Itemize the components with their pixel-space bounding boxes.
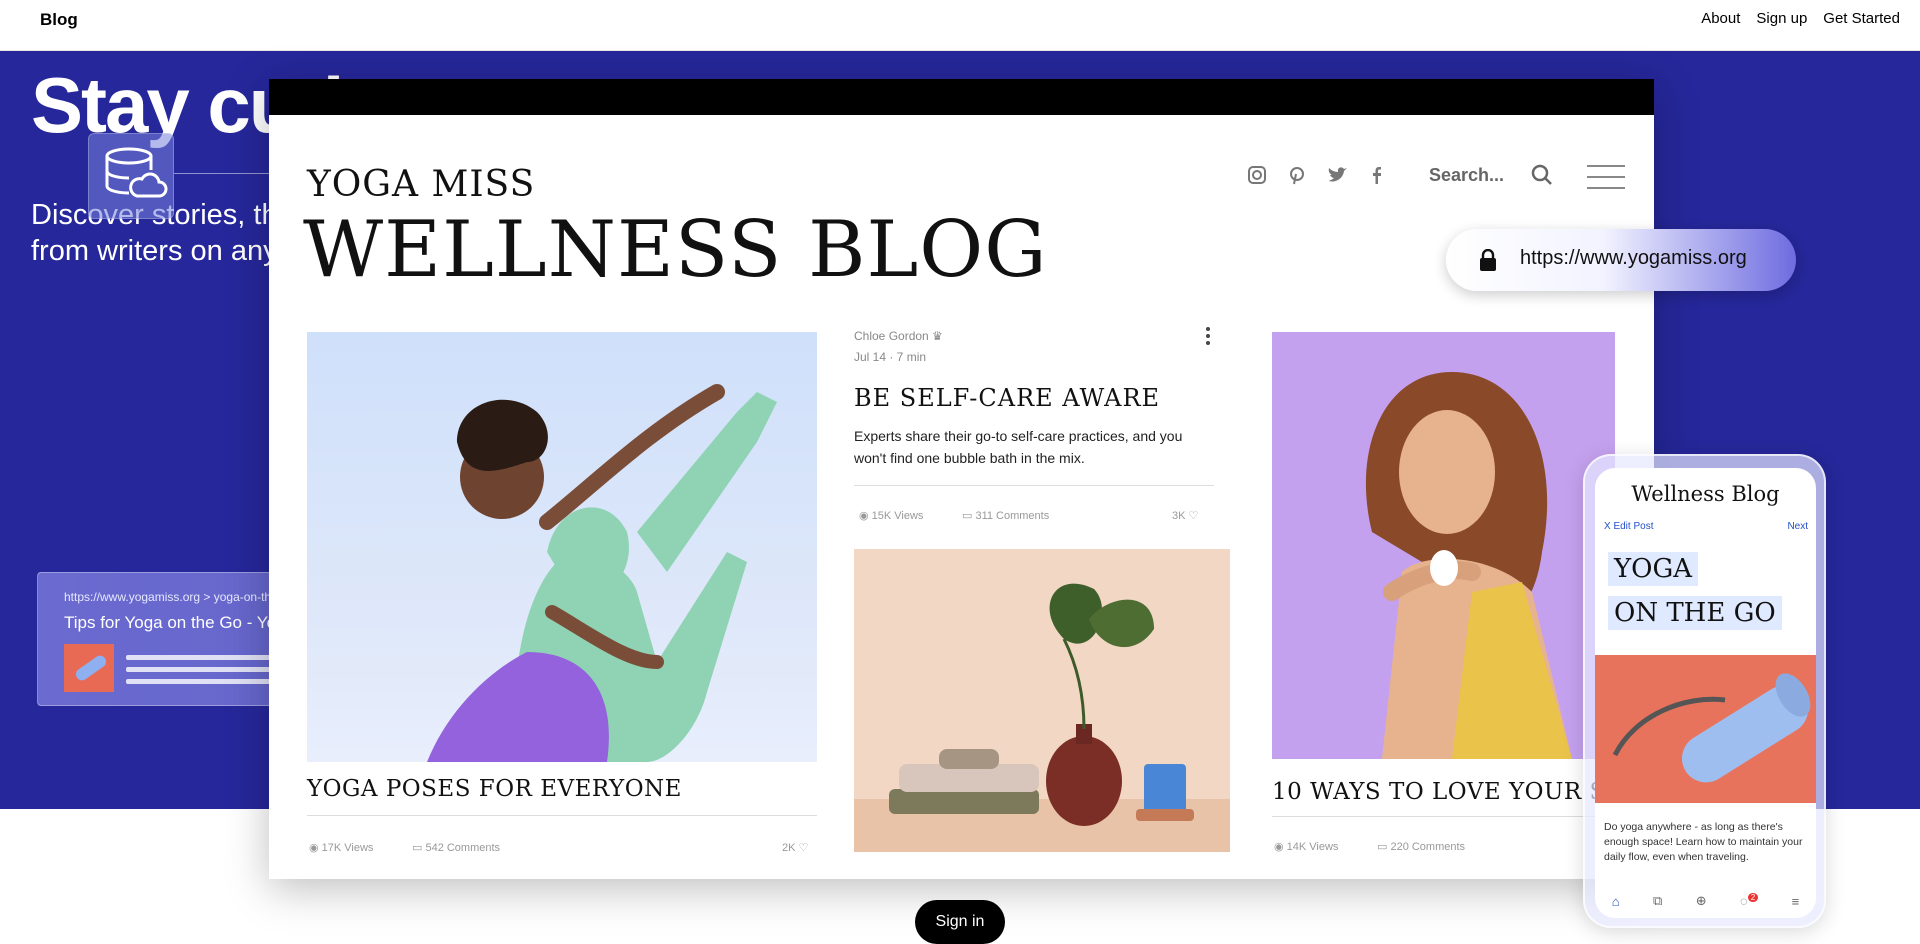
nav-signup-link[interactable]: Sign up — [1756, 10, 1807, 27]
nav-get-started-link[interactable]: Get Started — [1823, 10, 1900, 27]
phone-title: Wellness Blog — [1631, 482, 1780, 506]
browser-bar — [269, 79, 1654, 115]
skincare-image[interactable] — [1272, 332, 1615, 759]
site-heading: WELLNESS BLOG — [303, 205, 1048, 295]
add-icon[interactable]: ⊕ — [1696, 893, 1707, 909]
card-views: ◉ 17K Views — [309, 842, 374, 854]
post-author[interactable]: Chloe Gordon ♛ — [854, 329, 943, 343]
phone-edit-bar: X Edit Post Next — [1595, 519, 1816, 537]
top-navbar: Blog About Sign up Get Started — [0, 0, 1920, 51]
search-result-thumbnail — [64, 644, 114, 692]
hamburger-menu-icon[interactable] — [1587, 165, 1625, 198]
sign-in-button[interactable]: Sign in — [915, 900, 1005, 944]
phone-mockup: Wellness Blog X Edit Post Next YOGA ON T… — [1583, 454, 1826, 928]
divider — [1272, 816, 1615, 817]
url-text: https://www.yogamiss.org — [1520, 247, 1747, 269]
phone-tabbar: ⌂ ⧉ ⊕ ◌ 2 ≡ — [1595, 886, 1816, 916]
self-care-image[interactable] — [854, 549, 1230, 852]
card-likes[interactable]: 2K ♡ — [782, 841, 808, 854]
more-options-icon[interactable] — [1206, 327, 1210, 345]
url-pill: https://www.yogamiss.org — [1446, 229, 1796, 291]
card-views: ◉ 14K Views — [1274, 841, 1339, 853]
phone-headline-line[interactable]: ON THE GO — [1608, 596, 1782, 630]
phone-headline-line[interactable]: YOGA — [1608, 552, 1699, 586]
yoga-mat-image — [1595, 655, 1816, 803]
yoga-pose-image[interactable] — [307, 332, 817, 762]
pinterest-icon[interactable] — [1287, 165, 1307, 185]
instagram-icon[interactable] — [1247, 165, 1267, 185]
twitter-icon[interactable] — [1327, 165, 1347, 185]
top-nav: About Sign up Get Started — [1701, 10, 1900, 27]
home-icon[interactable]: ⌂ — [1612, 894, 1620, 909]
featured-post-desc: Experts share their go-to self-care prac… — [854, 428, 1183, 466]
site-logo[interactable]: YOGA MISS — [307, 164, 535, 205]
featured-comments: ▭ 311 Comments — [962, 510, 1050, 522]
divider — [854, 485, 1214, 486]
featured-likes[interactable]: 3K ♡ — [1172, 509, 1198, 522]
menu-icon[interactable]: ≡ — [1792, 894, 1800, 909]
card-comments: ▭ 542 Comments — [412, 842, 501, 854]
featured-post-title[interactable]: BE SELF-CARE AWARE — [854, 384, 1160, 412]
notifications-icon[interactable]: ◌ 2 — [1740, 893, 1759, 909]
featured-views: ◉ 15K Views — [859, 510, 924, 522]
compare-icon[interactable]: ⧉ — [1653, 893, 1662, 909]
connector-line — [174, 173, 274, 174]
edit-post-button[interactable]: X Edit Post — [1604, 521, 1653, 532]
nav-about-link[interactable]: About — [1701, 10, 1740, 27]
search-icon[interactable] — [1530, 163, 1554, 187]
next-button[interactable]: Next — [1787, 521, 1808, 532]
card-comments: ▭ 220 Comments — [1377, 841, 1466, 853]
facebook-icon[interactable] — [1367, 165, 1387, 185]
phone-post-desc: Do yoga anywhere - as long as there's en… — [1604, 821, 1803, 863]
card-title-yoga-poses[interactable]: YOGA POSES FOR EVERYONE — [307, 776, 682, 802]
social-icons — [1247, 165, 1387, 185]
blog-site-mockup: YOGA MISS WELLNESS BLOG Search... Chloe … — [269, 79, 1654, 879]
search-result-url: https://www.yogamiss.org > yoga-on-the-g… — [64, 590, 296, 604]
phone-screen: Wellness Blog X Edit Post Next YOGA ON T… — [1595, 468, 1816, 918]
post-meta: Jul 14 · 7 min — [854, 350, 927, 364]
database-cloud-icon — [88, 133, 174, 219]
brand-logo[interactable]: Blog — [40, 10, 78, 30]
lock-icon — [1480, 248, 1496, 271]
divider — [307, 815, 817, 816]
mock-search-field[interactable]: Search... — [1429, 165, 1504, 186]
